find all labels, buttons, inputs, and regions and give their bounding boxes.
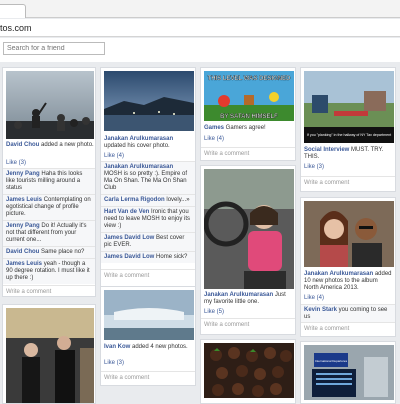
post-photo[interactable]: International Departures (304, 345, 394, 400)
search-input[interactable] (3, 42, 105, 55)
post-card: International Departures (300, 341, 396, 404)
write-comment-input[interactable]: Write a comment (3, 285, 95, 296)
post-text: added a new photo. (39, 142, 94, 148)
comment-list: Janakan Arulkumarasan MOSH is so pretty … (101, 161, 195, 263)
post-author[interactable]: Janakan Arulkumarasan (304, 271, 373, 277)
post-photo[interactable]: THIS LEVEL WAS DESIGNED BY SATAN HIMSELF (204, 71, 294, 121)
couple-photo (304, 201, 394, 267)
like-link[interactable]: Like (3) (304, 164, 324, 170)
photo-feed-grid: David Chou added a new photo. Like (3) J… (0, 64, 400, 404)
post-card: Ivan Kow added 4 new photos. Like (3) Wr… (100, 286, 196, 386)
address-bar[interactable]: tos.com (0, 19, 400, 37)
post-photo[interactable] (104, 290, 194, 340)
crowd-photo (6, 71, 94, 139)
post-author[interactable]: Games (204, 125, 224, 131)
browser-tab[interactable] (0, 4, 26, 18)
game-meme-image: THIS LEVEL WAS DESIGNED BY SATAN HIMSELF (204, 71, 294, 121)
post-author[interactable]: Ivan Kow (104, 344, 130, 350)
post-text: added 4 new photos. (130, 344, 188, 350)
event-photo (6, 308, 94, 403)
comment: David Chou Same place no? (3, 246, 95, 258)
post-author[interactable]: Janakan Arulkumarasan (104, 136, 173, 142)
write-comment-input[interactable]: Write a comment (301, 176, 395, 188)
harbor-photo (104, 71, 194, 131)
comment: Hart Van de Ven Ironic that you need to … (101, 206, 195, 232)
post-photo[interactable] (104, 71, 194, 131)
meme-caption-bottom: BY SATAN HIMSELF (220, 114, 278, 120)
airport-photo: International Departures (304, 345, 394, 400)
post-card: Janakan Arulkumarasan added 10 new photo… (300, 197, 396, 337)
post-photo[interactable] (6, 71, 94, 139)
meme-caption-top: THIS LEVEL WAS DESIGNED (208, 76, 292, 82)
post-photo[interactable] (304, 201, 394, 267)
post-photo[interactable] (6, 308, 94, 403)
waterfall-photo (104, 290, 194, 340)
comment: Jenny Pang Do it! Actually it's not that… (3, 220, 95, 246)
like-link[interactable]: Like (4) (304, 295, 324, 301)
like-link[interactable]: Like (4) (204, 136, 224, 142)
comment: James David Low Best cover pic EVER. (101, 232, 195, 251)
comment-list: Jenny Pang Haha this looks like tourists… (3, 168, 95, 284)
write-comment-input[interactable]: Write a comment (101, 269, 195, 281)
child-in-car-photo (204, 169, 294, 289)
post-card (200, 339, 296, 404)
write-comment-input[interactable]: Write a comment (201, 147, 295, 159)
like-link[interactable]: Like (5) (204, 309, 224, 315)
departures-sign-text: International Departures (315, 359, 348, 363)
like-link[interactable]: Like (3) (104, 360, 124, 366)
comment-list: Kevin Stark you coming to see us (301, 304, 395, 323)
comment: Jenny Pang Haha this looks like tourists… (3, 168, 95, 194)
comment: James Leuis Contemplating on egotistical… (3, 194, 95, 220)
write-comment-input[interactable]: Write a comment (101, 371, 195, 383)
write-comment-input[interactable]: Write a comment (201, 318, 295, 330)
like-link[interactable]: Like (3) (6, 160, 26, 166)
photo-overlay-text: If you "planking" in the hallway of NY T… (307, 133, 391, 137)
post-card: Janakan Arulkumarasan Just my favorite l… (200, 165, 296, 335)
post-photo[interactable] (204, 169, 294, 289)
post-text: Gamers agree! (224, 125, 266, 131)
comment: Kevin Stark you coming to see us (301, 304, 395, 323)
post-photo[interactable]: If you "planking" in the hallway of NY T… (304, 71, 394, 143)
comment: James Leuis yeah - though a 90 degree ro… (3, 258, 95, 284)
post-author[interactable]: Janakan Arulkumarasan (204, 292, 273, 298)
post-card (2, 304, 96, 404)
post-photo[interactable] (204, 343, 294, 398)
post-text: updated his cover photo. (104, 143, 170, 149)
comment: Janakan Arulkumarasan MOSH is so pretty … (101, 161, 195, 194)
browser-tab-strip (0, 0, 400, 18)
post-card: THIS LEVEL WAS DESIGNED BY SATAN HIMSELF… (200, 67, 296, 161)
comment: James David Low Home sick? (101, 251, 195, 263)
post-author[interactable]: David Chou (6, 142, 39, 148)
like-link[interactable]: Like (4) (104, 153, 124, 159)
chocolate-strawberries-photo (204, 343, 294, 398)
comment: Carla Lerma Rigodon lovely...» (101, 194, 195, 206)
post-card: David Chou added a new photo. Like (3) J… (2, 67, 96, 297)
post-author[interactable]: Social Interview (304, 147, 349, 153)
write-comment-input[interactable]: Write a comment (301, 322, 395, 334)
planking-photo: If you "planking" in the hallway of NY T… (304, 71, 394, 143)
url-text: tos.com (0, 23, 32, 33)
post-card: If you "planking" in the hallway of NY T… (300, 67, 396, 192)
